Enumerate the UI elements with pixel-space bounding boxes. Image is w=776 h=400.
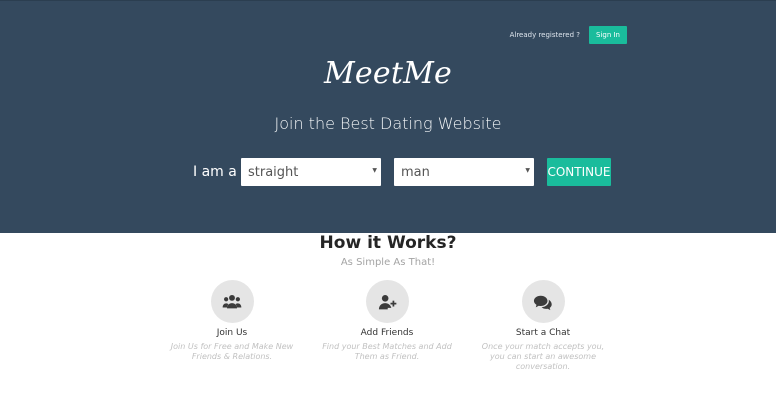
sign-in-button[interactable]: Sign In bbox=[589, 26, 627, 44]
feature-add-friends: Add Friends Find your Best Matches and A… bbox=[322, 280, 452, 362]
user-plus-icon bbox=[365, 280, 409, 323]
users-icon bbox=[210, 280, 254, 323]
gender-select-value: man bbox=[401, 164, 430, 180]
how-it-works-subtitle: As Simple As That! bbox=[340, 257, 436, 268]
feature-join-us: Join Us Join Us for Free and Make New Fr… bbox=[167, 280, 297, 362]
how-it-works-section: How it Works? As Simple As That! Join Us… bbox=[0, 233, 776, 400]
orientation-select[interactable]: straight ▼ bbox=[241, 158, 381, 186]
feature-description: Find your Best Matches and Add Them as F… bbox=[322, 342, 452, 361]
chat-icon bbox=[521, 280, 565, 323]
how-it-works-title: How it Works? bbox=[319, 233, 457, 253]
feature-title: Start a Chat bbox=[515, 328, 571, 338]
hero-section: Already registered ? Sign In MeetMe Join… bbox=[0, 0, 776, 233]
chevron-down-icon: ▼ bbox=[372, 167, 377, 174]
feature-title: Join Us bbox=[216, 328, 248, 338]
feature-start-chat: Start a Chat Once your match accepts you… bbox=[478, 280, 608, 371]
chevron-down-icon: ▼ bbox=[525, 167, 530, 174]
already-registered-text: Already registered ? bbox=[509, 30, 580, 39]
orientation-select-value: straight bbox=[248, 164, 299, 180]
hero-tagline: Join the Best Dating Website bbox=[274, 114, 502, 133]
feature-description: Once your match accepts you, you can sta… bbox=[481, 342, 605, 371]
site-logo: MeetMe bbox=[324, 56, 452, 91]
top-bar: Already registered ? Sign In bbox=[510, 26, 627, 44]
feature-description: Join Us for Free and Make New Friends & … bbox=[170, 342, 294, 361]
i-am-label: I am a bbox=[193, 164, 237, 180]
feature-title: Add Friends bbox=[360, 328, 414, 338]
signup-row: I am a straight ▼ man ▼ CONTINUE bbox=[193, 158, 611, 186]
gender-select[interactable]: man ▼ bbox=[394, 158, 534, 186]
continue-button[interactable]: CONTINUE bbox=[547, 158, 611, 186]
